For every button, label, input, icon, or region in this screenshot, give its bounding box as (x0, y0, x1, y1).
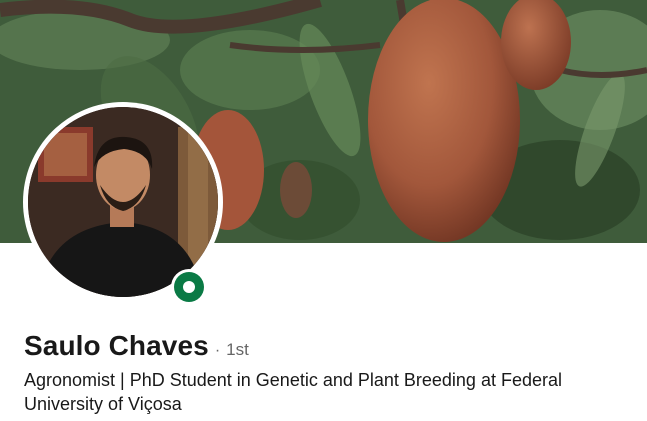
profile-name: Saulo Chaves (24, 330, 209, 361)
status-center (183, 281, 195, 293)
connection-degree: 1st (226, 340, 249, 359)
name-separator: · (214, 342, 221, 359)
open-to-work-status-icon (171, 269, 207, 305)
name-row: Saulo Chaves · 1st (24, 330, 249, 362)
profile-headline: Agronomist | PhD Student in Genetic and … (24, 370, 562, 414)
